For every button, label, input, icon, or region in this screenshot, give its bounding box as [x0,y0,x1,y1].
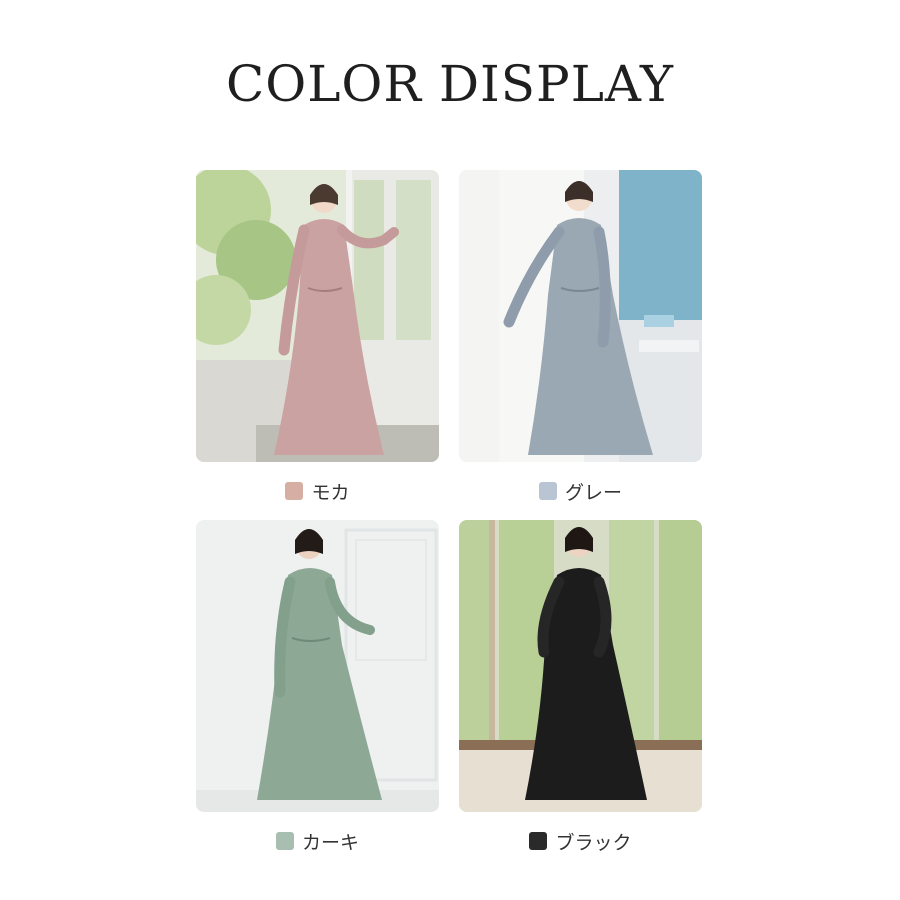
gray-swatch [538,482,557,500]
color-label: モカ [311,481,350,504]
black-dress-photo [459,520,702,812]
gray-dress-photo [459,170,702,462]
khaki-swatch [275,832,294,850]
product-photo-mocha[interactable] [196,170,439,462]
color-option-mocha[interactable]: モカ [196,479,439,504]
product-photo-khaki[interactable] [196,520,439,812]
page-title: COLOR DISPLAY [225,55,674,113]
mocha-dress-photo [196,170,439,462]
mocha-swatch [285,482,304,500]
color-label: カーキ [301,831,359,854]
black-swatch [529,832,548,850]
color-option-gray[interactable]: グレー [459,479,702,504]
khaki-dress-photo [196,520,439,812]
color-label: ブラック [555,831,632,854]
color-option-khaki[interactable]: カーキ [196,829,439,854]
product-photo-black[interactable] [459,520,702,812]
product-photo-gray[interactable] [459,170,702,462]
color-option-black[interactable]: ブラック [459,829,702,854]
color-label: グレー [564,481,622,504]
